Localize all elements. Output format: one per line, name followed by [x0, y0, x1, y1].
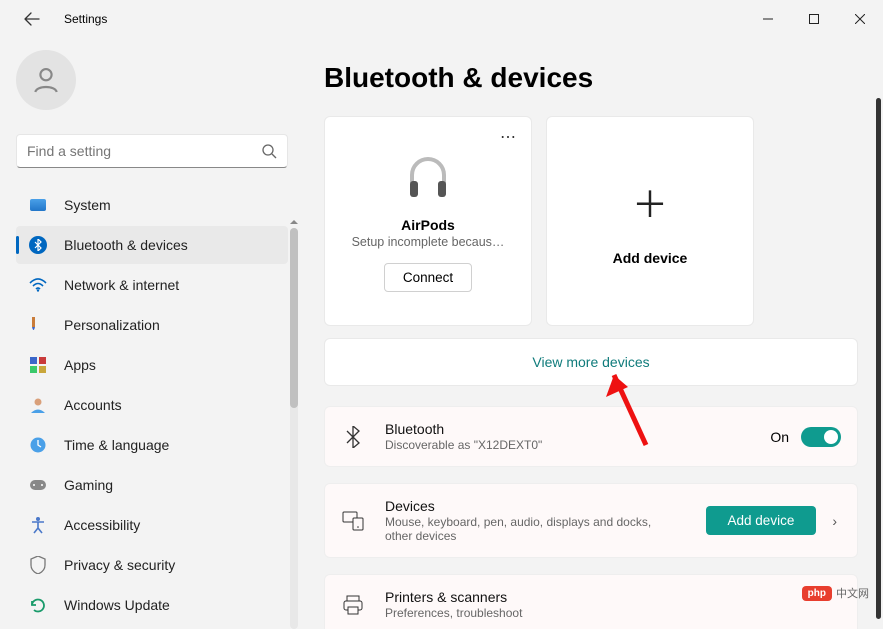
chevron-right-icon: › — [828, 509, 841, 533]
nav-label: Gaming — [64, 477, 113, 493]
search-box[interactable] — [16, 134, 288, 168]
nav-label: Personalization — [64, 317, 160, 333]
nav-time-language[interactable]: Time & language — [16, 426, 288, 464]
nav-apps[interactable]: Apps — [16, 346, 288, 384]
plus-icon: ＋ — [632, 176, 668, 228]
main-scrollbar[interactable] — [876, 98, 881, 619]
nav-label: Bluetooth & devices — [64, 237, 188, 253]
nav-personalization[interactable]: Personalization — [16, 306, 288, 344]
titlebar: Settings — [0, 0, 883, 38]
bluetooth-row-icon — [341, 426, 365, 448]
nav-privacy[interactable]: Privacy & security — [16, 546, 288, 584]
watermark-text: 中文网 — [836, 585, 869, 601]
device-name: AirPods — [401, 217, 455, 233]
bluetooth-toggle[interactable] — [801, 427, 841, 447]
maximize-button[interactable] — [791, 3, 837, 35]
window-title: Settings — [64, 12, 107, 26]
back-arrow-icon — [24, 11, 40, 27]
nav-label: Network & internet — [64, 277, 179, 293]
sidebar-scrollbar[interactable] — [290, 228, 298, 629]
main-content: Bluetooth & devices ⋯ AirPods Setup inco… — [300, 38, 883, 629]
add-device-label: Add device — [613, 250, 688, 266]
back-button[interactable] — [16, 3, 48, 35]
nav-accounts[interactable]: Accounts — [16, 386, 288, 424]
avatar[interactable] — [16, 50, 76, 110]
page-title: Bluetooth & devices — [324, 62, 863, 94]
brush-icon — [28, 315, 48, 335]
window-controls — [745, 3, 883, 35]
apps-icon — [28, 355, 48, 375]
update-icon — [28, 595, 48, 615]
bluetooth-row-title: Bluetooth — [385, 421, 770, 437]
nav-label: Accounts — [64, 397, 122, 413]
shield-icon — [28, 555, 48, 575]
system-icon — [28, 195, 48, 215]
minimize-button[interactable] — [745, 3, 791, 35]
watermark-badge: php — [802, 586, 832, 601]
device-tile-airpods: ⋯ AirPods Setup incomplete becaus… Conne… — [324, 116, 532, 326]
nav-gaming[interactable]: Gaming — [16, 466, 288, 504]
nav-windows-update[interactable]: Windows Update — [16, 586, 288, 624]
bluetooth-toggle-row: Bluetooth Discoverable as "X12DEXT0" On — [324, 406, 858, 467]
view-more-devices-link[interactable]: View more devices — [324, 338, 858, 386]
accounts-icon — [28, 395, 48, 415]
printers-row-subtitle: Preferences, troubleshoot — [385, 606, 841, 620]
devices-row-icon — [341, 511, 365, 531]
headphones-icon — [402, 151, 454, 203]
scroll-up-icon — [290, 216, 298, 224]
nav-label: Privacy & security — [64, 557, 175, 573]
nav-network[interactable]: Network & internet — [16, 266, 288, 304]
sidebar: System Bluetooth & devices Network & int… — [0, 38, 300, 629]
user-icon — [30, 64, 62, 96]
printers-row[interactable]: Printers & scanners Preferences, trouble… — [324, 574, 858, 629]
device-subtitle: Setup incomplete becaus… — [352, 235, 505, 249]
clock-icon — [28, 435, 48, 455]
bluetooth-row-subtitle: Discoverable as "X12DEXT0" — [385, 438, 770, 452]
view-more-label: View more devices — [532, 354, 649, 370]
nav-label: Apps — [64, 357, 96, 373]
nav-system[interactable]: System — [16, 186, 288, 224]
nav-label: Accessibility — [64, 517, 140, 533]
search-icon — [261, 143, 277, 159]
nav-label: System — [64, 197, 111, 213]
bluetooth-icon — [28, 235, 48, 255]
sidebar-scrollbar-thumb[interactable] — [290, 228, 298, 408]
minimize-icon — [763, 14, 773, 24]
nav-accessibility[interactable]: Accessibility — [16, 506, 288, 544]
nav-label: Time & language — [64, 437, 169, 453]
bluetooth-state-label: On — [770, 429, 789, 445]
connect-button[interactable]: Connect — [384, 263, 472, 292]
devices-row[interactable]: Devices Mouse, keyboard, pen, audio, dis… — [324, 483, 858, 558]
devices-row-title: Devices — [385, 498, 706, 514]
add-device-button[interactable]: Add device — [706, 506, 817, 535]
search-input[interactable] — [27, 143, 261, 159]
device-more-button[interactable]: ⋯ — [496, 125, 521, 149]
maximize-icon — [809, 14, 819, 24]
printer-icon — [341, 595, 365, 615]
nav-label: Windows Update — [64, 597, 170, 613]
devices-row-subtitle: Mouse, keyboard, pen, audio, displays an… — [385, 515, 665, 543]
close-icon — [855, 14, 865, 24]
wifi-icon — [28, 275, 48, 295]
add-device-tile[interactable]: ＋ Add device — [546, 116, 754, 326]
close-button[interactable] — [837, 3, 883, 35]
nav-bluetooth-devices[interactable]: Bluetooth & devices — [16, 226, 288, 264]
device-tiles-row: ⋯ AirPods Setup incomplete becaus… Conne… — [324, 116, 863, 326]
watermark: php 中文网 — [802, 585, 869, 601]
accessibility-icon — [28, 515, 48, 535]
printers-row-title: Printers & scanners — [385, 589, 841, 605]
gaming-icon — [28, 475, 48, 495]
nav: System Bluetooth & devices Network & int… — [16, 186, 288, 624]
